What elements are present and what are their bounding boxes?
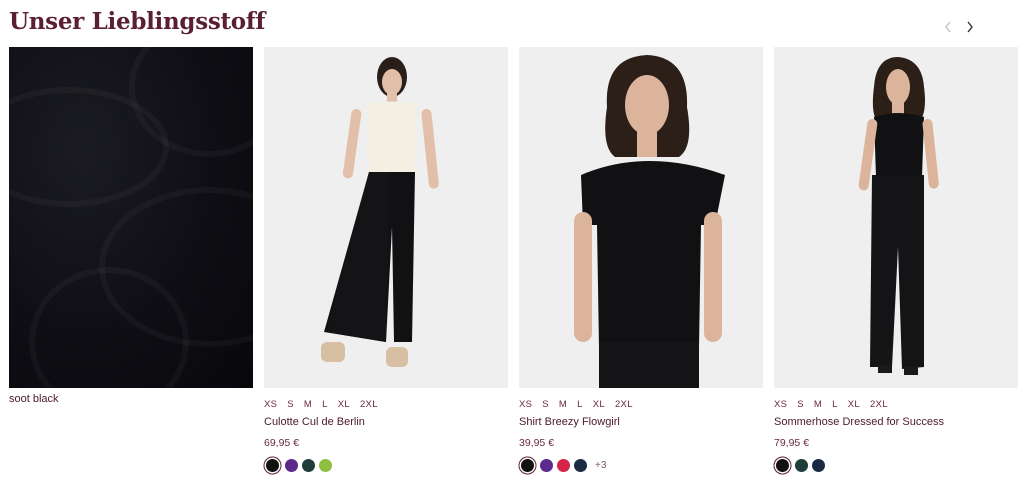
color-swatches bbox=[264, 459, 508, 472]
size-list: XS S M L XL 2XL bbox=[519, 399, 763, 410]
size-option[interactable]: XS bbox=[264, 399, 277, 410]
size-option[interactable]: XL bbox=[848, 399, 860, 410]
section-title: Unser Lieblingsstoff bbox=[9, 8, 266, 35]
size-option[interactable]: L bbox=[577, 399, 583, 410]
size-option[interactable]: XS bbox=[774, 399, 787, 410]
color-swatches: +3 bbox=[519, 459, 763, 472]
product-price: 39,95 € bbox=[519, 437, 555, 449]
product-name[interactable]: Sommerhose Dressed for Success bbox=[774, 416, 1018, 428]
product-image[interactable] bbox=[264, 47, 508, 388]
size-option[interactable]: S bbox=[542, 399, 549, 410]
color-swatch[interactable] bbox=[776, 459, 789, 472]
product-price: 69,95 € bbox=[264, 437, 300, 449]
color-swatch[interactable] bbox=[302, 459, 315, 472]
fabric-card[interactable]: soot black bbox=[9, 47, 253, 405]
size-option[interactable]: L bbox=[832, 399, 838, 410]
color-swatch[interactable] bbox=[557, 459, 570, 472]
size-option[interactable]: 2XL bbox=[360, 399, 378, 410]
carousel-prev-button[interactable] bbox=[940, 18, 956, 36]
size-option[interactable]: S bbox=[797, 399, 804, 410]
carousel-nav bbox=[940, 18, 978, 36]
size-option[interactable]: 2XL bbox=[870, 399, 888, 410]
product-card[interactable]: XS S M L XL 2XL Shirt Breezy Flowgirl 39… bbox=[519, 47, 763, 472]
color-swatch[interactable] bbox=[266, 459, 279, 472]
product-image[interactable] bbox=[774, 47, 1018, 388]
color-swatch[interactable] bbox=[540, 459, 553, 472]
product-card[interactable]: XS S M L XL 2XL Culotte Cul de Berlin 69… bbox=[264, 47, 508, 472]
size-option[interactable]: XL bbox=[338, 399, 350, 410]
color-swatches bbox=[774, 459, 1018, 472]
product-card[interactable]: XS S M L XL 2XL Sommerhose Dressed for S… bbox=[774, 47, 1018, 472]
color-swatch[interactable] bbox=[521, 459, 534, 472]
size-list: XS S M L XL 2XL bbox=[264, 399, 508, 410]
color-swatch[interactable] bbox=[812, 459, 825, 472]
color-swatch[interactable] bbox=[574, 459, 587, 472]
color-swatch[interactable] bbox=[795, 459, 808, 472]
size-option[interactable]: M bbox=[304, 399, 312, 410]
fabric-label[interactable]: soot black bbox=[9, 393, 253, 405]
color-swatch[interactable] bbox=[319, 459, 332, 472]
size-option[interactable]: S bbox=[287, 399, 294, 410]
size-option[interactable]: M bbox=[814, 399, 822, 410]
size-option[interactable]: XS bbox=[519, 399, 532, 410]
carousel-next-button[interactable] bbox=[962, 18, 978, 36]
chevron-left-icon bbox=[945, 21, 951, 33]
size-option[interactable]: M bbox=[559, 399, 567, 410]
size-option[interactable]: 2XL bbox=[615, 399, 633, 410]
product-image[interactable] bbox=[519, 47, 763, 388]
product-name[interactable]: Shirt Breezy Flowgirl bbox=[519, 416, 763, 428]
fabric-image[interactable] bbox=[9, 47, 253, 388]
product-name[interactable]: Culotte Cul de Berlin bbox=[264, 416, 508, 428]
size-option[interactable]: L bbox=[322, 399, 328, 410]
product-price: 79,95 € bbox=[774, 437, 810, 449]
color-swatch[interactable] bbox=[285, 459, 298, 472]
size-list: XS S M L XL 2XL bbox=[774, 399, 1018, 410]
chevron-right-icon bbox=[967, 21, 973, 33]
more-colors-link[interactable]: +3 bbox=[595, 460, 606, 471]
size-option[interactable]: XL bbox=[593, 399, 605, 410]
